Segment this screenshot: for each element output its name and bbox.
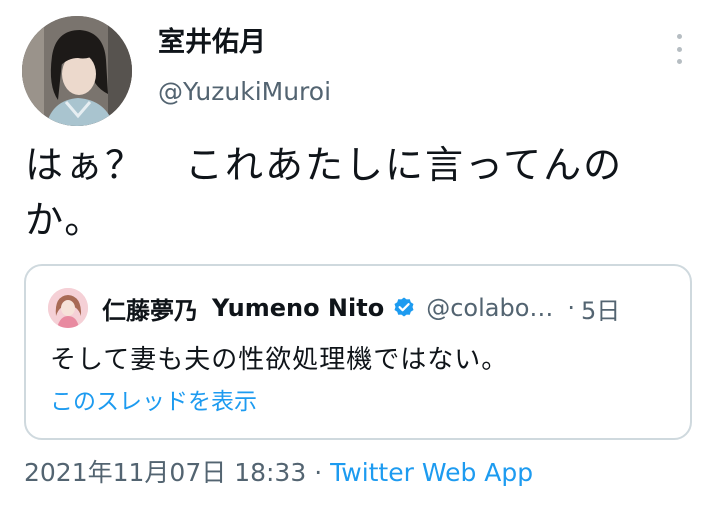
author-handle[interactable]: @YuzukiMuroi	[158, 76, 331, 108]
meta-separator: ·	[314, 458, 323, 487]
author-avatar[interactable]	[22, 16, 132, 126]
tweet-card: 室井佑月 @YuzukiMuroi はぁ？ これあたしに言ってんの か。 仁藤夢…	[0, 0, 718, 505]
tweet-text: はぁ？ これあたしに言ってんの か。	[25, 143, 624, 242]
show-thread-link[interactable]: このスレッドを表示	[50, 386, 257, 418]
tweet-meta: 2021年11月07日 18:33 · Twitter Web App	[24, 456, 533, 490]
quoted-tweet-text: そして妻も夫の性欲処理機ではない。	[50, 345, 509, 375]
quoted-avatar-photo-icon	[48, 288, 88, 328]
more-options-icon[interactable]	[668, 34, 690, 64]
quoted-tweet[interactable]: 仁藤夢乃 Yumeno Nito @colabo… · 5日 そして妻も夫の性欲…	[24, 264, 692, 440]
author-display-name[interactable]: 室井佑月	[158, 26, 266, 60]
quoted-display-name-ja: 仁藤夢乃	[102, 296, 198, 325]
verified-badge-icon	[392, 296, 416, 320]
quoted-separator: ·	[567, 294, 576, 322]
source-app-link[interactable]: Twitter Web App	[330, 458, 533, 487]
avatar-photo-icon	[22, 16, 132, 126]
tweet-timestamp[interactable]: 2021年11月07日 18:33	[24, 458, 306, 487]
quoted-author-avatar	[48, 288, 88, 328]
quoted-time[interactable]: 5日	[581, 291, 620, 326]
quoted-handle: @colabo…	[426, 294, 554, 322]
quoted-display-name-en: Yumeno Nito	[212, 294, 385, 322]
quoted-header: 仁藤夢乃 Yumeno Nito @colabo… · 5日	[102, 288, 620, 328]
